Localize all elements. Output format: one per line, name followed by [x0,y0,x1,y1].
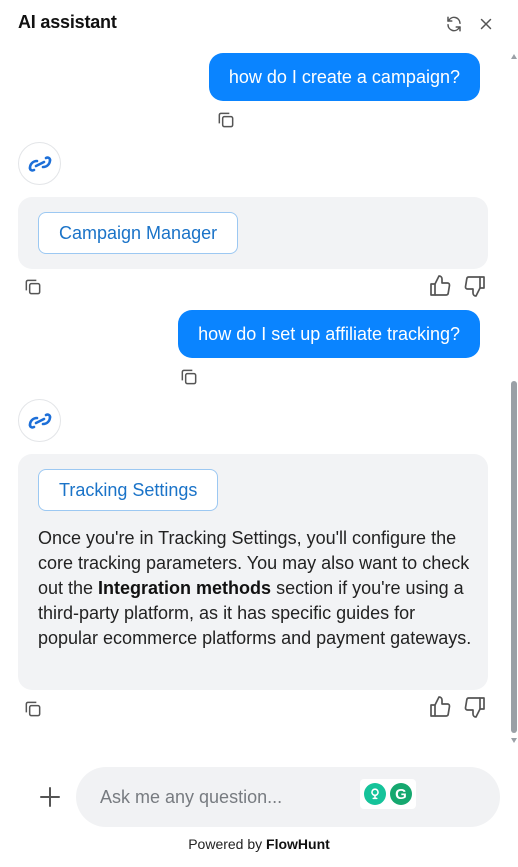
chat-title: AI assistant [18,12,117,32]
thumbs-up-icon [430,275,451,296]
thumbs-down-button[interactable] [463,274,487,298]
copy-icon [218,112,234,128]
brand-name[interactable]: FlowHunt [266,836,330,852]
assistant-avatar [18,142,61,185]
copy-icon [181,369,197,385]
message-input-container[interactable]: G [76,767,500,827]
thumbs-down-icon [464,697,485,718]
thumbs-up-button[interactable] [428,695,452,719]
attach-button[interactable] [38,785,62,809]
copy-button[interactable] [23,699,43,719]
scrollbar-thumb[interactable] [511,381,517,733]
copy-button[interactable] [179,367,199,387]
flowhunt-logo-icon [28,155,51,172]
plus-icon [40,787,60,807]
lightbulb-icon[interactable] [364,783,386,805]
thumbs-up-icon [430,696,451,717]
copy-icon [25,701,41,717]
assistant-avatar [18,399,61,442]
user-message: how do I create a campaign? [208,53,480,101]
scroll-down-arrow-icon[interactable] [511,738,517,743]
integration-methods-emphasis: Integration methods [98,578,272,598]
scrollbar[interactable] [510,48,518,748]
composer: G [0,760,518,835]
thumbs-up-button[interactable] [428,274,452,298]
assistant-message: Campaign Manager [18,197,488,269]
copy-icon [25,279,41,295]
campaign-manager-link-button[interactable]: Campaign Manager [38,212,239,254]
flowhunt-logo-icon [28,412,51,429]
copy-button[interactable] [216,110,236,130]
tracking-settings-link-button[interactable]: Tracking Settings [38,469,219,511]
user-message: how do I set up affiliate tracking? [178,310,480,358]
message-input[interactable] [100,767,360,827]
refresh-icon [447,16,461,32]
close-button[interactable] [475,13,497,35]
grammarly-icon[interactable]: G [390,783,412,805]
chat-header: AI assistant [0,0,518,48]
browser-extension-icons: G [360,779,416,809]
assistant-message-text: Once you're in Tracking Settings, you'll… [38,528,472,648]
close-icon [480,18,492,30]
refresh-button[interactable] [443,13,465,35]
scroll-up-arrow-icon[interactable] [511,54,517,59]
copy-button[interactable] [23,277,43,297]
powered-by-footer: Powered by FlowHunt [188,836,330,852]
assistant-message: Tracking Settings Once you're in Trackin… [18,454,488,690]
conversation-area[interactable]: how do I create a campaign? Campaign Man… [0,48,510,748]
thumbs-down-icon [464,276,485,297]
thumbs-down-button[interactable] [463,695,487,719]
